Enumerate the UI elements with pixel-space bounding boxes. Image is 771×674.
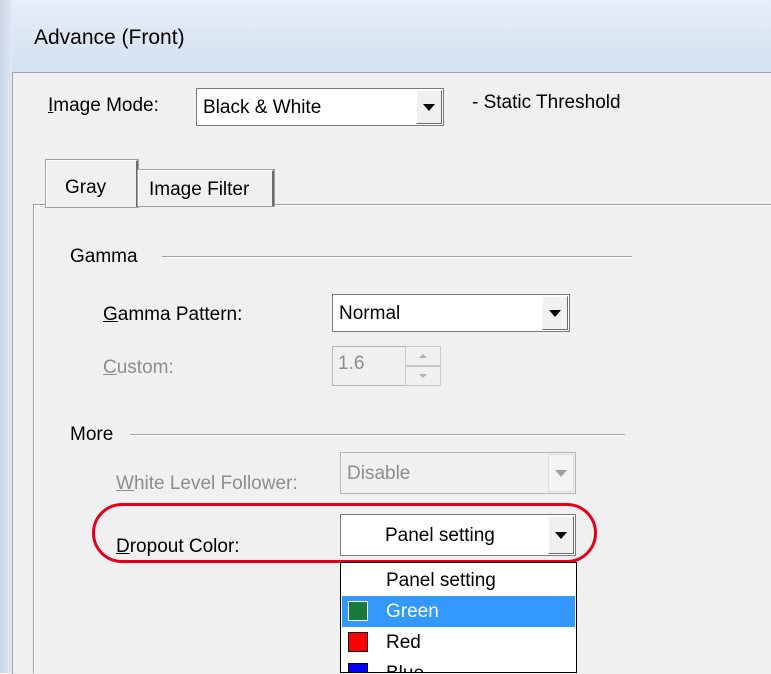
gamma-pattern-dropdown-button[interactable] (542, 296, 568, 330)
dropdown-option-green[interactable]: Green (342, 596, 575, 627)
more-group-title: More (70, 424, 114, 445)
tab-image-filter-label: Image Filter (149, 179, 250, 200)
spin-down-icon (419, 374, 427, 378)
tab-image-filter[interactable]: Image Filter (137, 169, 275, 207)
custom-gamma-field[interactable]: 1.6 (332, 346, 406, 386)
gamma-pattern-select[interactable]: Normal (332, 294, 570, 332)
option-label: Panel setting (386, 570, 496, 591)
title-bar[interactable]: Advance (Front) (12, 0, 771, 72)
gamma-group-title: Gamma (70, 246, 138, 267)
highlight-annotation-ring (92, 503, 597, 563)
dropdown-option-red[interactable]: Red (342, 627, 575, 658)
custom-label: Custom: (103, 357, 174, 378)
spin-up-icon (419, 354, 427, 358)
dropdown-option-panel-setting[interactable]: Panel setting (342, 565, 575, 596)
blue-swatch-icon (348, 663, 368, 672)
gamma-group-divider (162, 256, 632, 258)
gamma-pattern-label: Gamma Pattern: (103, 304, 243, 325)
custom-gamma-value: 1.6 (338, 353, 365, 374)
image-mode-label: Image Mode: (48, 95, 159, 116)
option-label: Blue (386, 663, 424, 672)
white-level-follower-value: Disable (347, 463, 411, 484)
more-group-divider (130, 434, 625, 436)
chevron-down-icon (549, 310, 561, 317)
image-mode-select[interactable]: Black & White (196, 88, 444, 126)
window-title: Advance (Front) (34, 26, 185, 49)
dropdown-option-blue[interactable]: Blue (342, 658, 575, 672)
red-swatch-icon (348, 632, 368, 652)
white-level-follower-label: White Level Follower: (116, 473, 298, 494)
window-left-border (0, 0, 12, 673)
white-level-follower-select[interactable]: Disable (340, 452, 576, 494)
option-label: Green (386, 601, 439, 622)
image-mode-dropdown-button[interactable] (416, 90, 442, 124)
green-swatch-icon (348, 601, 368, 621)
image-mode-value: Black & White (203, 97, 322, 118)
spin-down-button[interactable] (405, 366, 441, 386)
image-mode-note: - Static Threshold (472, 92, 621, 113)
spin-up-button[interactable] (405, 346, 441, 366)
dialog-window: Advance (Front) Image Mode: Black & Whit… (0, 0, 771, 674)
chevron-down-icon (555, 470, 567, 477)
white-level-follower-dropdown-button[interactable] (548, 454, 574, 492)
dropout-color-dropdown-list: Panel setting Green Red Blue (340, 562, 577, 673)
tab-gray-label: Gray (65, 177, 107, 198)
tab-gray[interactable]: Gray (45, 159, 139, 208)
option-label: Red (386, 632, 421, 653)
gamma-pattern-value: Normal (339, 303, 401, 324)
chevron-down-icon (423, 104, 435, 111)
image-mode-label-rest: mage Mode: (53, 95, 159, 116)
